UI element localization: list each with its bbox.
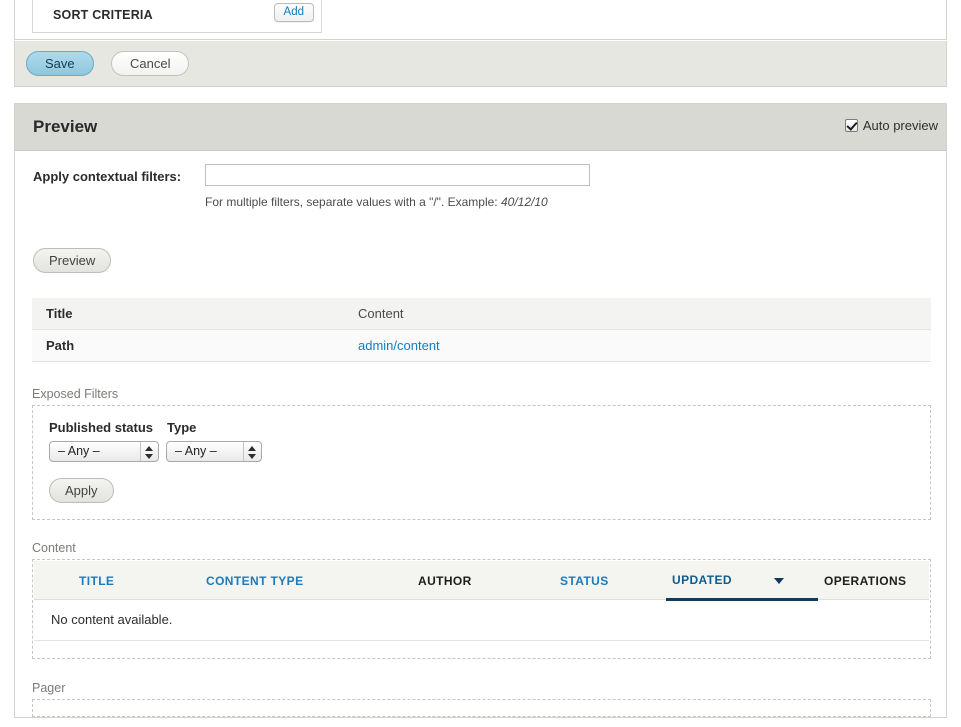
page-title: Preview <box>33 117 98 136</box>
stepper-arrows-icon[interactable] <box>145 444 154 461</box>
exposed-filters-region: Published status Type – Any – – Any – Ap… <box>32 405 931 520</box>
preview-panel-header: Preview Auto preview <box>15 104 946 151</box>
content-section-label: Content <box>32 541 76 555</box>
contextual-filters-help: For multiple filters, separate values wi… <box>205 195 548 209</box>
pager-region <box>32 699 931 717</box>
help-example-text: 40/12/10 <box>500 195 548 209</box>
select-divider <box>140 442 141 461</box>
published-status-select[interactable]: – Any – <box>49 441 159 462</box>
info-value: Content <box>344 298 931 330</box>
preview-button[interactable]: Preview <box>33 248 112 273</box>
sort-link-content-type[interactable]: CONTENT TYPE <box>206 574 303 588</box>
table-row: Title Content <box>32 298 931 330</box>
type-value: – Any – <box>175 444 217 458</box>
column-header-updated[interactable]: UPDATED <box>666 561 818 601</box>
view-info-table: Title Content Path admin/content <box>32 298 931 362</box>
column-header-title[interactable]: TITLE <box>34 561 200 600</box>
path-link[interactable]: admin/content <box>358 338 440 353</box>
sort-link-status[interactable]: STATUS <box>560 574 609 588</box>
contextual-filters-input[interactable] <box>205 164 590 186</box>
sort-link-updated[interactable]: UPDATED <box>672 573 732 587</box>
auto-preview-toggle[interactable]: Auto preview <box>844 118 938 133</box>
sort-criteria-fragment: SORT CRITERIA Add <box>14 0 947 40</box>
published-status-value: – Any – <box>58 444 100 458</box>
table-bottom-rule <box>34 640 929 641</box>
column-header-author: AUTHOR <box>412 561 554 600</box>
exposed-filters-section-label: Exposed Filters <box>32 387 119 401</box>
help-prefix-text: For multiple filters, separate values wi… <box>205 195 501 209</box>
checkbox-icon[interactable] <box>844 119 858 132</box>
column-header-status[interactable]: STATUS <box>554 561 666 600</box>
preview-button-wrap: Preview <box>33 248 112 273</box>
empty-content-message: No content available. <box>51 612 173 627</box>
content-table-header-row: TITLE CONTENT TYPE AUTHOR STATUS UPDATED… <box>34 561 929 601</box>
sort-criteria-label: SORT CRITERIA <box>53 8 153 22</box>
pager-section-label: Pager <box>32 681 66 695</box>
published-status-label: Published status <box>49 420 154 435</box>
sort-criteria-box: SORT CRITERIA Add <box>32 0 322 33</box>
info-key: Path <box>32 329 344 362</box>
stepper-arrows-icon[interactable] <box>248 444 257 461</box>
select-divider <box>243 442 244 461</box>
apply-filters-button[interactable]: Apply <box>49 478 114 503</box>
content-region: TITLE CONTENT TYPE AUTHOR STATUS UPDATED… <box>32 559 931 659</box>
type-label: Type <box>167 420 197 435</box>
cancel-button[interactable]: Cancel <box>111 51 190 76</box>
save-button[interactable]: Save <box>26 51 94 76</box>
content-table: TITLE CONTENT TYPE AUTHOR STATUS UPDATED… <box>34 561 929 601</box>
contextual-filters-label: Apply contextual filters: <box>33 169 182 184</box>
preview-panel: Preview Auto preview Apply contextual fi… <box>14 103 947 718</box>
info-key: Title <box>32 298 344 330</box>
add-sort-criteria-button[interactable]: Add <box>273 3 314 22</box>
column-header-content-type[interactable]: CONTENT TYPE <box>200 561 412 600</box>
type-select[interactable]: – Any – <box>166 441 262 462</box>
apply-button-wrap: Apply <box>49 478 114 503</box>
table-row: Path admin/content <box>32 329 931 362</box>
form-actions-toolbar: Save Cancel <box>14 41 947 87</box>
sort-desc-arrow-icon <box>773 577 784 584</box>
info-value: admin/content <box>344 329 931 362</box>
auto-preview-label: Auto preview <box>862 118 938 133</box>
sort-link-title[interactable]: TITLE <box>79 574 114 588</box>
column-header-operations: OPERATIONS <box>818 561 929 600</box>
